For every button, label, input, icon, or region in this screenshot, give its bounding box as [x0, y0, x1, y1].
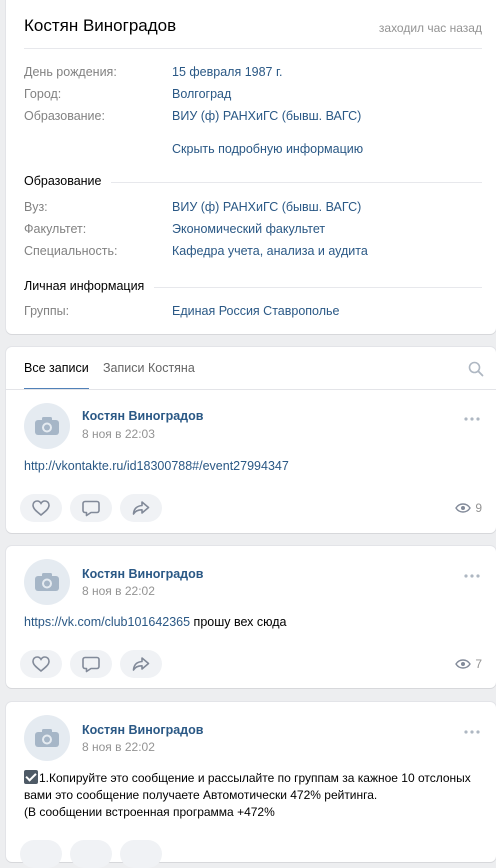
avatar[interactable]: [24, 403, 70, 449]
comment-button[interactable]: [70, 650, 112, 678]
profile-card: Костян Виноградов заходил час назад День…: [6, 0, 496, 334]
info-label: Вуз:: [24, 200, 48, 214]
profile-name: Костян Виноградов: [24, 16, 177, 35]
info-row-university: Вуз: ВИУ (ф) РАНХиГС (бывш. ВАГС): [24, 200, 482, 216]
divider: [24, 48, 482, 49]
specialty-link[interactable]: Кафедра учета, анализа и аудита: [172, 244, 368, 258]
education-link[interactable]: ВИУ (ф) РАНХиГС (бывш. ВАГС): [172, 109, 361, 123]
heart-icon: [32, 500, 50, 516]
views-count: 7: [475, 657, 482, 671]
post-date[interactable]: 8 ноя в 22:02: [82, 584, 155, 598]
more-options-icon[interactable]: [464, 574, 480, 578]
post-text-line: 1.Копируйте это сообщение и рассылайте п…: [39, 771, 471, 785]
birthday-link[interactable]: 15 февраля 1987 г.: [172, 65, 282, 79]
views-counter: 9: [455, 500, 482, 516]
share-button[interactable]: [120, 494, 162, 522]
groups-link[interactable]: Единая Россия Ставрополье: [172, 304, 340, 318]
info-label: Образование:: [24, 109, 105, 123]
eye-icon: [455, 503, 472, 513]
tab-all-posts[interactable]: Все записи: [24, 347, 89, 390]
comment-icon: [82, 656, 100, 672]
camera-icon: [35, 729, 59, 747]
share-button[interactable]: [120, 650, 162, 678]
info-row-city: Город: Волгоград: [24, 87, 482, 103]
camera-icon: [35, 573, 59, 591]
more-options-icon[interactable]: [464, 417, 480, 421]
comment-button[interactable]: [70, 494, 112, 522]
share-icon: [132, 501, 150, 515]
like-button[interactable]: [20, 840, 62, 868]
hide-details-link[interactable]: Скрыть подробную информацию: [172, 142, 363, 156]
views-counter: 7: [455, 656, 482, 672]
wall-post: Костян Виноградов 8 ноя в 22:03 http://v…: [6, 390, 496, 533]
avatar[interactable]: [24, 715, 70, 761]
info-row-education: Образование: ВИУ (ф) РАНХиГС (бывш. ВАГС…: [24, 109, 482, 125]
info-row-faculty: Факультет: Экономический факультет: [24, 222, 482, 238]
share-icon: [132, 657, 150, 671]
section-education: Образование: [24, 174, 482, 190]
post-text: https://vk.com/club101642365 прошу вех с…: [24, 614, 482, 631]
section-title: Личная информация: [24, 279, 155, 293]
heart-icon: [32, 656, 50, 672]
info-row-birthday: День рождения: 15 февраля 1987 г.: [24, 65, 482, 81]
info-label: Специальность:: [24, 244, 118, 258]
post-link[interactable]: https://vk.com/club101642365: [24, 615, 190, 629]
university-link[interactable]: ВИУ (ф) РАНХиГС (бывш. ВАГС): [172, 200, 361, 214]
city-link[interactable]: Волгоград: [172, 87, 231, 101]
like-button[interactable]: [20, 650, 62, 678]
info-label: Факультет:: [24, 222, 87, 236]
post-text: http://vkontakte.ru/id18300788#/event279…: [24, 458, 482, 475]
camera-icon: [35, 417, 59, 435]
post-text-line: (В сообщении встроенная программа +472%: [24, 805, 275, 819]
more-options-icon[interactable]: [464, 730, 480, 734]
post-text-body: прошу вех сюда: [190, 615, 287, 629]
section-title: Образование: [24, 174, 112, 188]
post-author[interactable]: Костян Виноградов: [82, 567, 203, 581]
tab-owner-posts[interactable]: Записи Костяна: [103, 347, 195, 390]
post-text-line: вами это сообщение получаете Автомотичес…: [24, 788, 378, 802]
info-row-specialty: Специальность: Кафедра учета, анализа и …: [24, 244, 482, 260]
info-row-groups: Группы: Единая Россия Ставрополье: [24, 304, 482, 320]
post-date[interactable]: 8 ноя в 22:03: [82, 427, 155, 441]
share-button[interactable]: [120, 840, 162, 868]
post-date[interactable]: 8 ноя в 22:02: [82, 740, 155, 754]
info-label: Город:: [24, 87, 62, 101]
comment-button[interactable]: [70, 840, 112, 868]
checkmark-icon: [24, 770, 38, 784]
wall-post: Костян Виноградов 8 ноя в 22:02 1.Копиру…: [6, 702, 496, 868]
wall-tabs: Все записи Записи Костяна: [6, 347, 496, 390]
avatar[interactable]: [24, 559, 70, 605]
info-label: Группы:: [24, 304, 70, 318]
section-personal: Личная информация: [24, 279, 482, 295]
post-author[interactable]: Костян Виноградов: [82, 409, 203, 423]
eye-icon: [455, 659, 472, 669]
search-icon[interactable]: [468, 361, 484, 377]
wall-post: Костян Виноградов 8 ноя в 22:02 https://…: [6, 546, 496, 688]
views-count: 9: [475, 501, 482, 515]
like-button[interactable]: [20, 494, 62, 522]
faculty-link[interactable]: Экономический факультет: [172, 222, 325, 236]
comment-icon: [82, 500, 100, 516]
last-seen-status: заходил час назад: [378, 21, 482, 35]
post-link[interactable]: http://vkontakte.ru/id18300788#/event279…: [24, 459, 289, 473]
info-label: День рождения:: [24, 65, 117, 79]
post-text: 1.Копируйте это сообщение и рассылайте п…: [24, 770, 482, 821]
post-author[interactable]: Костян Виноградов: [82, 723, 203, 737]
